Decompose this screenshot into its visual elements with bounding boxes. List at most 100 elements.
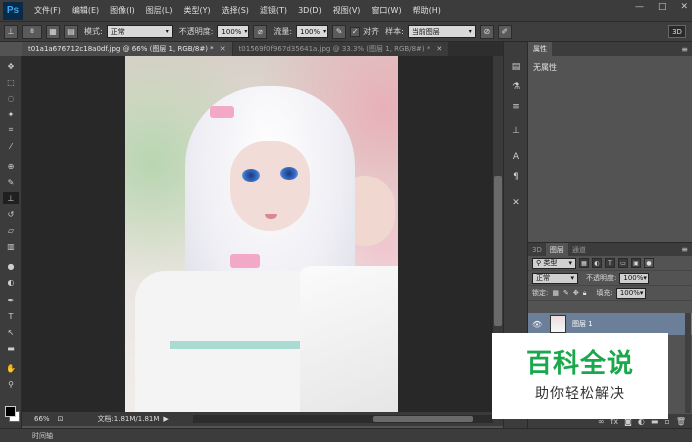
actions-icon[interactable]: ⚗ xyxy=(509,80,523,93)
menu-3d[interactable]: 3D(D) xyxy=(298,6,322,15)
workspace-3d-button[interactable]: 3D xyxy=(668,25,686,38)
move-tool-icon[interactable]: ✥ xyxy=(3,60,19,72)
clone-source-panel-icon[interactable]: ▦ xyxy=(46,24,60,39)
crop-tool-icon[interactable]: ⌗ xyxy=(3,124,19,136)
history-icon[interactable]: ▤ xyxy=(509,60,523,73)
minimize-button[interactable]: — xyxy=(635,2,644,12)
layer-name[interactable]: 图层 1 xyxy=(572,319,593,329)
layer-opacity-field[interactable]: 100% ▾ xyxy=(619,272,650,284)
layer-thumbnail[interactable] xyxy=(550,315,566,333)
tab-document-2[interactable]: t01569f0f967d35641a.jpg @ 33.3% (图层 1, R… xyxy=(232,42,449,56)
paragraph-icon[interactable]: ¶ xyxy=(509,170,523,183)
tab-document-1[interactable]: t01a1a676712c18a0df.jpg @ 66% (图层 1, RGB… xyxy=(22,42,232,56)
filter-pixel-icon[interactable]: ▦ xyxy=(579,258,589,268)
menu-edit[interactable]: 编辑(E) xyxy=(72,5,99,16)
magic-wand-tool-icon[interactable]: ✦ xyxy=(3,108,19,120)
clone-stamp-preset-icon[interactable]: ⊥ xyxy=(4,24,18,39)
hand-tool-icon[interactable]: ✋ xyxy=(3,362,19,374)
airbrush-icon[interactable]: ✎ xyxy=(332,24,347,39)
sample-select[interactable]: 当前图层 ▾ xyxy=(407,25,476,38)
brush-tool-icon[interactable]: ✎ xyxy=(3,176,19,188)
close-button[interactable]: ✕ xyxy=(680,2,688,12)
delete-layer-icon[interactable]: 🗑︎ xyxy=(676,417,686,426)
document-image[interactable] xyxy=(125,56,398,412)
marquee-tool-icon[interactable]: ⬚ xyxy=(3,76,19,88)
gradient-tool-icon[interactable]: ▥ xyxy=(3,240,19,252)
zoom-tool-icon[interactable]: ⚲ xyxy=(3,378,19,390)
scrollbar-thumb[interactable] xyxy=(494,176,502,326)
type-tool-icon[interactable]: T xyxy=(3,310,19,322)
menu-view[interactable]: 视图(V) xyxy=(333,5,361,16)
lock-all-icon[interactable]: 🔒︎ xyxy=(583,289,587,298)
properties-panel: 属性 ≡ 无属性 xyxy=(528,42,692,242)
layer-opacity-label: 不透明度: xyxy=(586,274,617,282)
lock-fill-row: 锁定: ▦ ✎ ✥ 🔒︎ 填充: 100% ▾ xyxy=(528,286,692,301)
menu-layer[interactable]: 图层(L) xyxy=(146,5,173,16)
filter-shape-icon[interactable]: ▭ xyxy=(618,258,628,268)
canvas-horizontal-scrollbar[interactable] xyxy=(192,415,493,423)
history-brush-tool-icon[interactable]: ↺ xyxy=(3,208,19,220)
zoom-level[interactable]: 66% xyxy=(34,415,50,423)
canvas-area[interactable] xyxy=(22,56,493,412)
opacity-field[interactable]: 100% ▾ xyxy=(217,25,250,38)
layers-scrollbar[interactable] xyxy=(685,313,691,413)
menu-window[interactable]: 窗口(W) xyxy=(371,5,401,16)
menu-file[interactable]: 文件(F) xyxy=(34,5,61,16)
clone-source-icon[interactable]: ⊥ xyxy=(509,124,523,137)
filter-smart-icon[interactable]: ▣ xyxy=(631,258,641,268)
brush-panel-icon[interactable]: ▤ xyxy=(64,24,78,39)
menu-filter[interactable]: 滤镜(T) xyxy=(260,5,287,16)
dodge-tool-icon[interactable]: ◐ xyxy=(3,276,19,288)
lock-position-icon[interactable]: ✥ xyxy=(573,289,579,297)
menu-select[interactable]: 选择(S) xyxy=(222,5,249,16)
clone-stamp-tool-icon[interactable]: ⊥ xyxy=(3,192,19,204)
tab-3d[interactable]: 3D xyxy=(528,243,546,256)
zoom-field-icon[interactable]: ⊡ xyxy=(58,415,64,423)
pressure-opacity-icon[interactable]: ⌀ xyxy=(253,24,268,39)
foreground-color-swatch[interactable] xyxy=(5,406,16,417)
fill-field[interactable]: 100% ▾ xyxy=(615,287,646,299)
eye-icon[interactable]: 👁︎ xyxy=(532,320,546,329)
shape-tool-icon[interactable]: ▬ xyxy=(3,342,19,354)
path-selection-tool-icon[interactable]: ↖ xyxy=(3,326,19,338)
toolbox: ✥ ⬚ ◌ ✦ ⌗ ⁄ ⊕ ✎ ⊥ ↺ ▱ ▥ ● ◐ ✒ T ↖ ▬ ✋ ⚲ xyxy=(0,56,22,430)
blend-mode-select[interactable]: 正常 ▾ xyxy=(532,272,578,284)
panel-menu-icon[interactable]: ≡ xyxy=(681,45,688,54)
lock-transparent-icon[interactable]: ▦ xyxy=(552,289,559,297)
brush-size-picker[interactable]: 8 xyxy=(22,24,42,39)
filter-toggle-icon[interactable]: ● xyxy=(644,258,654,268)
mode-select[interactable]: 正常 ▾ xyxy=(106,25,173,38)
tab-channels[interactable]: 通道 xyxy=(568,243,590,256)
timeline-tab[interactable]: 时间轴 xyxy=(32,431,53,441)
eraser-tool-icon[interactable]: ▱ xyxy=(3,224,19,236)
panel-menu-icon[interactable]: ≡ xyxy=(681,245,688,254)
layer-filter-select[interactable]: ⚲ 类型 ▾ xyxy=(532,257,576,269)
scrollbar-thumb[interactable] xyxy=(372,416,473,422)
play-icon[interactable]: ▶ xyxy=(163,415,168,423)
menu-help[interactable]: 帮助(H) xyxy=(413,5,441,16)
eyedropper-tool-icon[interactable]: ⁄ xyxy=(3,140,19,152)
maximize-button[interactable]: □ xyxy=(658,2,667,12)
layer-row[interactable]: 👁︎ 图层 1 xyxy=(528,313,692,335)
filter-type-icon[interactable]: T xyxy=(605,258,615,268)
blur-tool-icon[interactable]: ● xyxy=(3,260,19,272)
close-icon[interactable]: ✕ xyxy=(436,45,442,53)
aligned-checkbox[interactable]: ✓ xyxy=(350,26,361,37)
tab-properties[interactable]: 属性 xyxy=(528,42,552,56)
close-icon[interactable]: ✕ xyxy=(220,45,226,53)
character-icon[interactable]: A xyxy=(509,150,523,163)
menu-type[interactable]: 类型(Y) xyxy=(183,5,210,16)
lasso-tool-icon[interactable]: ◌ xyxy=(3,92,19,104)
lock-pixels-icon[interactable]: ✎ xyxy=(563,289,569,297)
menu-image[interactable]: 图像(I) xyxy=(110,5,135,16)
pen-tool-icon[interactable]: ✒ xyxy=(3,294,19,306)
pressure-size-icon[interactable]: ✐ xyxy=(497,24,512,39)
filter-adjustment-icon[interactable]: ◐ xyxy=(592,258,602,268)
adjustments-icon[interactable]: ≡ xyxy=(509,100,523,113)
menu-bar: Ps 文件(F) 编辑(E) 图像(I) 图层(L) 类型(Y) 选择(S) 滤… xyxy=(0,0,692,21)
ignore-adjustment-icon[interactable]: ⊘ xyxy=(479,24,494,39)
tools-preset-icon[interactable]: ✕ xyxy=(509,196,523,209)
healing-brush-tool-icon[interactable]: ⊕ xyxy=(3,160,19,172)
flow-field[interactable]: 100% ▾ xyxy=(296,25,329,38)
tab-layers[interactable]: 图层 xyxy=(545,243,568,256)
